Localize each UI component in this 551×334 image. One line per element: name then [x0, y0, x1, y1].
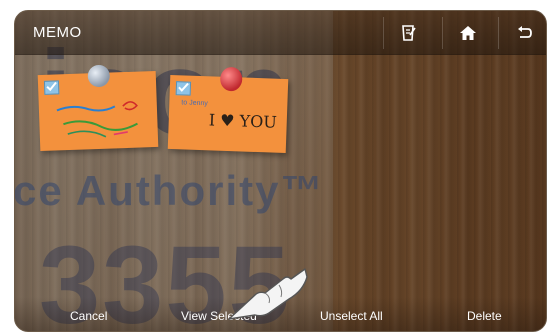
- memo-note[interactable]: [37, 64, 159, 152]
- back-button[interactable]: [498, 17, 546, 49]
- unselect-all-button[interactable]: Unselect All: [320, 309, 383, 323]
- delete-button[interactable]: Delete: [467, 309, 502, 323]
- cancel-button[interactable]: Cancel: [70, 309, 107, 323]
- home-button[interactable]: [442, 17, 492, 49]
- checkmark-icon: [178, 79, 190, 97]
- watermark-text: ce Authority™: [14, 167, 325, 214]
- pushpin-icon: [87, 64, 111, 88]
- memo-text: I ♥ YOU: [208, 110, 278, 132]
- doodle-drawing: [56, 101, 138, 138]
- back-arrow-icon: [516, 26, 532, 40]
- device-screen: icon ce Authority™ 3355 MEMO to Jenny I …: [14, 10, 547, 332]
- memo-edit-icon: [401, 24, 417, 42]
- pushpin-icon: [219, 66, 243, 92]
- memo-checkbox[interactable]: [175, 79, 192, 97]
- memo-checkbox[interactable]: [43, 78, 60, 96]
- tap-hand-icon: [225, 261, 309, 328]
- memo-note[interactable]: to Jenny I ♥ YOU: [167, 66, 289, 154]
- home-icon: [459, 25, 477, 41]
- checkmark-icon: [46, 78, 58, 96]
- memo-edit-button[interactable]: [383, 17, 433, 49]
- memo-text: to Jenny: [181, 99, 208, 108]
- top-bar: MEMO: [15, 11, 546, 55]
- app-title: MEMO: [33, 24, 82, 41]
